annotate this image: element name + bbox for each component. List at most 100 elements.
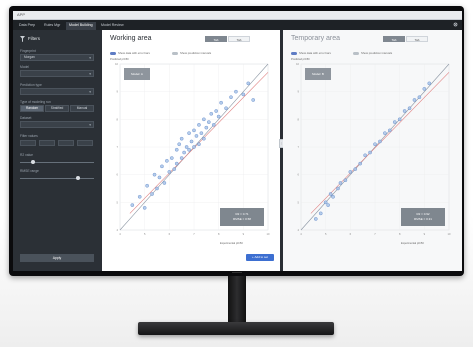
- filter-count-input[interactable]: [77, 140, 93, 146]
- y-tick-label: 7: [117, 145, 119, 149]
- x-tick-label: 9: [424, 232, 426, 236]
- x-tick-label: 7: [193, 232, 195, 236]
- x-tick-label: 4: [119, 232, 121, 236]
- data-point: [192, 145, 196, 149]
- data-point: [184, 145, 189, 149]
- y-tick-label: 9: [298, 90, 300, 94]
- working-scatter-plot[interactable]: 4 5 6 7 8 9 10 4 5 6 7 8 9 10 Model: A R2 = 0.71RMSE = …: [110, 60, 272, 240]
- prediction-type-select[interactable]: ▾: [20, 88, 94, 95]
- data-point: [202, 117, 206, 122]
- slider-knob[interactable]: [76, 176, 80, 180]
- x-tick-label: 6: [169, 232, 171, 236]
- data-point: [162, 181, 167, 185]
- data-point: [417, 95, 422, 100]
- slider-knob[interactable]: [30, 160, 35, 164]
- data-point: [150, 192, 154, 196]
- gear-icon[interactable]: [453, 22, 458, 27]
- data-point: [179, 136, 184, 141]
- working-mode-btn-2[interactable]: Tab: [228, 36, 250, 42]
- temporary-mode-btn-1[interactable]: Tab: [383, 36, 405, 42]
- error-bars-toggle[interactable]: Show data with error bars: [110, 51, 150, 55]
- data-point: [219, 100, 223, 105]
- y-tick-label: 5: [298, 200, 300, 204]
- add-to-set-button[interactable]: + Add to set: [246, 254, 274, 261]
- data-point: [331, 194, 335, 199]
- r2-label: R2 value: [20, 153, 34, 157]
- data-point: [152, 172, 157, 177]
- dataset-label: Dataset: [20, 116, 32, 120]
- filter-step-input[interactable]: [58, 140, 74, 146]
- data-point: [216, 114, 221, 119]
- model-select[interactable]: ▾: [20, 70, 94, 77]
- x-tick-label: 5: [144, 232, 146, 236]
- temporary-mode-btn-2[interactable]: Tab: [406, 36, 428, 42]
- data-point: [373, 142, 377, 147]
- y-tick-label: 7: [298, 145, 300, 149]
- temporary-x-axis-title: Experimental pIC50: [401, 242, 424, 245]
- data-point: [145, 183, 149, 188]
- data-point: [378, 139, 382, 144]
- y-tick-label: 6: [298, 173, 300, 177]
- window-title: APP: [17, 12, 26, 17]
- data-point: [211, 123, 216, 127]
- stats-text: RMSE = 0.31: [414, 217, 432, 221]
- filter-values-label: Filter values: [20, 134, 38, 138]
- fingerprint-value: Morgan: [24, 55, 35, 59]
- data-point: [229, 95, 233, 100]
- filter-max-input[interactable]: [39, 140, 55, 146]
- data-point: [336, 186, 340, 191]
- rmse-slider[interactable]: [20, 176, 94, 180]
- sidebar-title: Filters: [28, 36, 40, 41]
- data-point: [412, 98, 417, 102]
- x-tick-label: 8: [399, 232, 401, 236]
- segment-random[interactable]: Random: [20, 105, 44, 112]
- working-mode-btn-1[interactable]: Tab: [205, 36, 227, 42]
- prediction-interval-toggle[interactable]: Show prediction intervals: [353, 51, 392, 55]
- filter-min-input[interactable]: [20, 140, 36, 146]
- tab-bar: Data Prep Rules Mgr Model Building Model…: [13, 20, 462, 30]
- segment-manual[interactable]: Manual: [70, 105, 94, 112]
- data-point: [197, 123, 201, 127]
- tab-rules-mgr[interactable]: Rules Mgr: [41, 22, 63, 30]
- data-point: [368, 150, 372, 155]
- x-tick-label: 6: [350, 232, 352, 236]
- data-point: [202, 136, 206, 141]
- window-titlebar: APP: [13, 11, 462, 20]
- data-point: [422, 87, 427, 91]
- data-point: [177, 142, 181, 147]
- data-point: [318, 211, 323, 216]
- data-point: [338, 181, 343, 185]
- dataset-select[interactable]: ▾: [20, 121, 94, 128]
- data-point: [343, 178, 348, 182]
- chevron-down-icon: ▾: [89, 72, 91, 76]
- data-point: [358, 161, 362, 166]
- toggle-switch: [172, 51, 178, 55]
- filter-icon: [20, 36, 25, 42]
- y-tick-label: 5: [117, 200, 119, 204]
- data-point: [224, 106, 228, 111]
- r2-slider[interactable]: [20, 160, 94, 164]
- tab-model-review[interactable]: Model Review: [98, 22, 127, 30]
- stats-text: R2 = 0.71: [235, 212, 248, 216]
- data-point: [246, 81, 251, 86]
- data-point: [383, 131, 387, 135]
- fingerprint-select[interactable]: Morgan ▾: [20, 54, 94, 61]
- data-point: [167, 170, 172, 174]
- data-point: [142, 206, 147, 210]
- data-point: [172, 167, 177, 171]
- temporary-scatter-plot[interactable]: 4 5 6 7 8 9 10 4 5 6 7 8 9 10 Model: B R2 = 0.92RMSE = …: [291, 60, 453, 240]
- tab-data-prep[interactable]: Data Prep: [16, 22, 38, 30]
- data-point: [209, 112, 214, 116]
- error-bars-label: Show data with error bars: [299, 51, 331, 55]
- error-bars-toggle[interactable]: Show data with error bars: [291, 51, 331, 55]
- x-tick-label: 9: [243, 232, 245, 236]
- segment-stratified[interactable]: Stratified: [45, 105, 69, 112]
- data-point: [160, 164, 164, 169]
- x-tick-label: 10: [448, 232, 451, 236]
- y-tick-label: 4: [298, 228, 300, 232]
- data-point: [402, 109, 407, 113]
- prediction-interval-toggle[interactable]: Show prediction intervals: [172, 51, 211, 55]
- y-tick-label: 9: [117, 90, 119, 94]
- apply-button[interactable]: Apply: [20, 254, 94, 262]
- tab-model-building[interactable]: Model Building: [66, 22, 96, 30]
